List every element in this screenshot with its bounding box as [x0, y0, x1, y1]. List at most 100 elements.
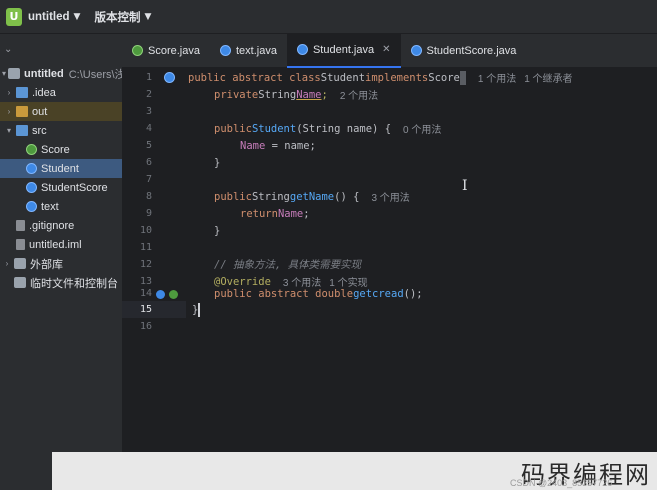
project-name[interactable]: untitled: [28, 11, 70, 23]
code-method: getcread: [353, 287, 404, 300]
folder-icon: [16, 106, 28, 117]
code-keyword: public: [214, 190, 252, 203]
chevron-right-icon[interactable]: ›: [4, 107, 14, 116]
inheritors-hint[interactable]: 1 个继承者: [524, 70, 572, 85]
implements-gutter-icon[interactable]: [169, 290, 178, 299]
class-icon: [26, 182, 37, 193]
title-bar: U untitled ▼ 版本控制 ▼: [0, 0, 657, 34]
tree-item-scratches[interactable]: 临时文件和控制台: [0, 273, 122, 292]
tree-root[interactable]: ▾ untitled C:\Users\浅池: [0, 64, 137, 83]
tree-item-label: untitled.iml: [29, 238, 82, 251]
tree-item-label: Score: [41, 143, 70, 156]
tree-item-external-libs[interactable]: › 外部库: [0, 254, 122, 273]
chevron-down-icon[interactable]: ▼: [74, 12, 81, 22]
code-line-5: Name = name;: [240, 137, 316, 154]
editor-tabs: Score.java text.java Student.java ✕ Stud…: [122, 33, 657, 68]
file-icon: [16, 220, 25, 231]
tree-item-gitignore[interactable]: .gitignore: [0, 216, 122, 235]
line-number: 1: [145, 72, 152, 83]
tree-item-out[interactable]: › out: [0, 102, 122, 121]
code-line-6: }: [214, 154, 220, 171]
folder-icon: [16, 87, 28, 98]
tree-item-student[interactable]: Student: [0, 159, 122, 178]
tree-item-label: Student: [41, 162, 79, 175]
code-line-1: public abstract class Student implements…: [188, 69, 573, 86]
line-number: 16: [139, 321, 152, 332]
code-field: Name: [277, 207, 304, 220]
class-icon: [296, 44, 308, 55]
tab-label: Student.java: [312, 43, 375, 56]
library-icon: [14, 258, 26, 269]
interface-icon: [26, 144, 37, 155]
code-line-15: }: [192, 301, 201, 318]
tree-item-src[interactable]: ▾ src: [0, 121, 122, 140]
code-semicolon: ;: [303, 207, 310, 220]
tab-text[interactable]: text.java: [210, 34, 287, 68]
tree-item-label: .gitignore: [29, 219, 75, 232]
tab-studentscore[interactable]: StudentScore.java: [401, 34, 527, 68]
sidebar-header: ⌄: [0, 34, 122, 64]
code-line-14: public abstract double getcread ();: [214, 285, 423, 302]
tree-item-label: text: [41, 200, 59, 213]
code-line-2: private String Name; 2 个用法: [214, 86, 378, 103]
override-gutter-icon[interactable]: [156, 290, 165, 299]
close-icon[interactable]: ✕: [382, 44, 390, 55]
tree-item-studentscore[interactable]: StudentScore: [0, 178, 122, 197]
line-number: 14: [139, 288, 152, 299]
code-type: String: [251, 190, 290, 203]
csdn-watermark: CSDN @2403_85357726: [510, 478, 613, 488]
code-keyword: private: [214, 88, 259, 101]
code-keyword: implements: [365, 71, 429, 84]
project-badge-icon[interactable]: U: [6, 7, 22, 26]
tab-student[interactable]: Student.java ✕: [286, 33, 401, 68]
class-icon: [219, 45, 231, 56]
vcs-menu[interactable]: 版本控制: [94, 9, 140, 25]
module-icon: [8, 68, 21, 79]
chevron-down-icon[interactable]: ⌄: [4, 44, 12, 55]
usages-hint[interactable]: 1 个用法: [478, 70, 516, 85]
line-number: 12: [139, 259, 152, 270]
code-text: () {: [334, 190, 360, 203]
code-line-12: // 抽象方法, 具体类需要实现: [214, 256, 361, 273]
tree-item-label: 外部库: [30, 258, 63, 271]
tree-root-label: untitled: [24, 67, 64, 80]
code-editor[interactable]: public abstract class Student implements…: [186, 68, 657, 490]
tab-score[interactable]: Score.java: [122, 34, 210, 68]
class-icon: [26, 163, 37, 174]
implementation-gutter-icon[interactable]: [164, 72, 175, 83]
code-keyword: return: [240, 207, 278, 220]
line-number: 6: [145, 157, 152, 168]
tree-item-idea[interactable]: › .idea: [0, 83, 122, 102]
code-class-name: Student: [320, 71, 366, 84]
tree-item-score[interactable]: Score: [0, 140, 122, 159]
line-number: 5: [145, 140, 152, 151]
chevron-right-icon[interactable]: ›: [2, 259, 12, 268]
chevron-down-icon[interactable]: ▾: [4, 126, 14, 135]
project-tree: ⌄ ▾ untitled C:\Users\浅池 › .idea › out ▾…: [0, 34, 137, 490]
code-type: String: [258, 88, 297, 101]
code-comment: // 抽象方法, 具体类需要实现: [214, 259, 362, 271]
tab-label: Score.java: [148, 44, 200, 57]
chevron-right-icon[interactable]: ›: [4, 88, 14, 97]
usages-hint[interactable]: 2 个用法: [340, 87, 378, 102]
chevron-down-icon[interactable]: ▾: [2, 69, 6, 78]
code-line-9: return Name;: [240, 205, 310, 222]
code-keyword: public abstract class: [188, 71, 321, 84]
chevron-down-icon[interactable]: ▼: [144, 12, 151, 22]
brace-marker: [459, 70, 466, 85]
usages-hint[interactable]: 3 个用法: [371, 189, 409, 204]
code-line-4: public Student (String name) { 0 个用法: [214, 120, 441, 137]
code-line-10: }: [214, 222, 220, 239]
line-number: 2: [145, 89, 152, 100]
tree-item-iml[interactable]: untitled.iml: [0, 235, 122, 254]
tree-item-label: src: [32, 124, 47, 137]
code-params: (String name) {: [296, 122, 392, 135]
code-text: ();: [403, 287, 423, 300]
line-number: 9: [145, 208, 152, 219]
tree-item-text[interactable]: text: [0, 197, 122, 216]
class-icon: [26, 201, 37, 212]
code-brace: }: [214, 224, 221, 237]
usages-hint[interactable]: 0 个用法: [403, 121, 441, 136]
tree-item-label: 临时文件和控制台: [30, 277, 118, 290]
code-constructor: Student: [251, 122, 297, 135]
